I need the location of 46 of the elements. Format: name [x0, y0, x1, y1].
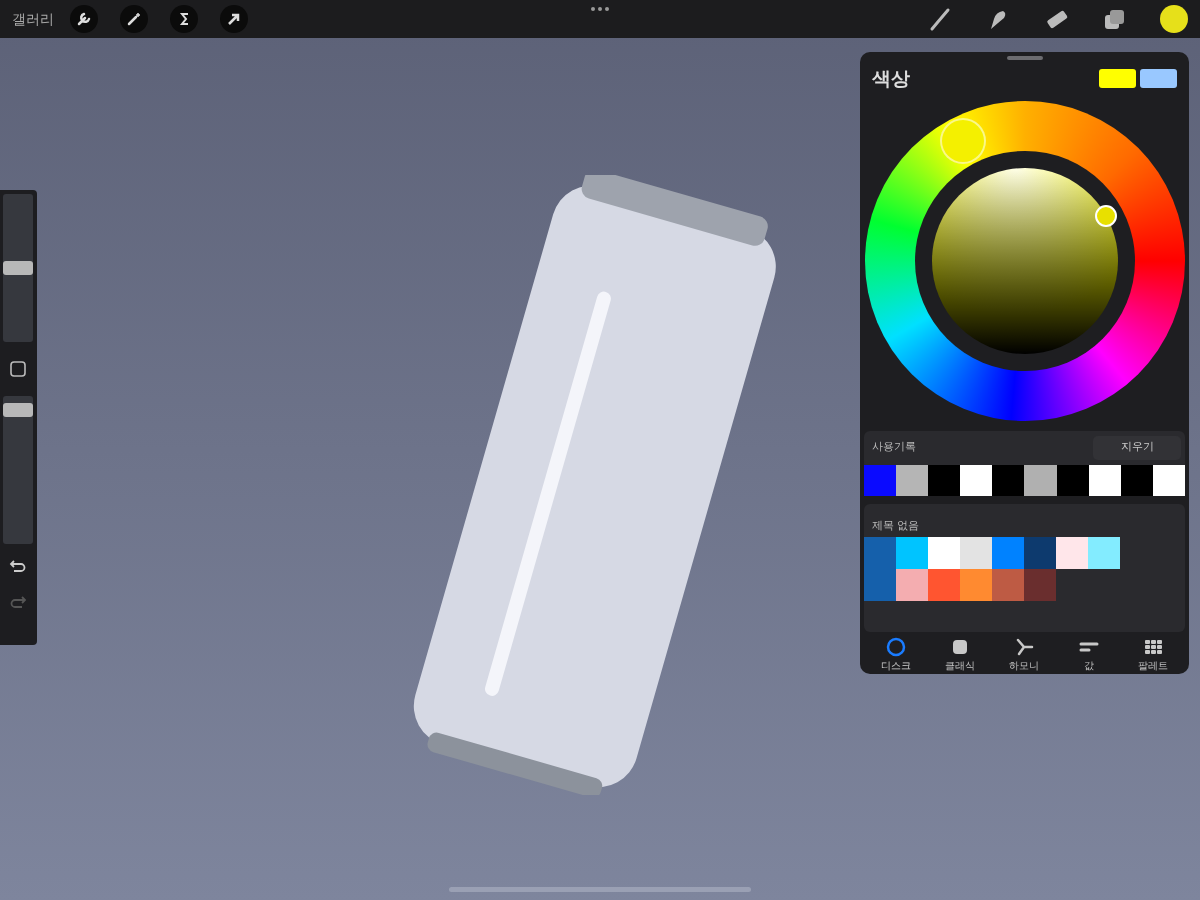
history-label: 사용기록: [872, 439, 916, 456]
color-swatch[interactable]: [1099, 68, 1136, 88]
palette-swatch[interactable]: [1024, 536, 1056, 569]
slider-track[interactable]: [3, 194, 33, 342]
palette-title: 제목 없음: [872, 518, 920, 532]
square-icon[interactable]: [9, 360, 27, 378]
palette-swatch[interactable]: [960, 536, 992, 569]
palette-swatch[interactable]: [928, 536, 960, 569]
drag-handle[interactable]: [1006, 56, 1043, 60]
history-swatch[interactable]: [992, 464, 1025, 496]
history-swatch[interactable]: [960, 464, 993, 496]
slider-thumb[interactable]: [3, 261, 33, 275]
more-icon[interactable]: [590, 6, 610, 12]
history-swatch[interactable]: [928, 464, 961, 496]
palette-swatch[interactable]: [992, 568, 1024, 601]
palette-swatch[interactable]: [1024, 568, 1056, 601]
mode-tab[interactable]: 디스크: [868, 635, 925, 675]
undo-icon[interactable]: [9, 558, 27, 574]
palette-swatch[interactable]: [1056, 536, 1088, 569]
palette-swatch[interactable]: [992, 536, 1024, 569]
history-swatch[interactable]: [1152, 464, 1185, 496]
mode-tab[interactable]: 값: [1060, 635, 1117, 675]
history-swatch[interactable]: [1120, 464, 1153, 496]
mode-tab[interactable]: 클래식: [932, 635, 989, 675]
color-swatch[interactable]: [1140, 68, 1177, 88]
palette-swatch[interactable]: [960, 568, 992, 601]
slider-track[interactable]: [3, 396, 33, 544]
palette-swatch[interactable]: [1088, 536, 1120, 569]
palette-swatch[interactable]: [896, 568, 928, 601]
gallery-button[interactable]: 갤러리: [12, 8, 54, 30]
slider-thumb[interactable]: [3, 402, 33, 417]
history-swatch[interactable]: [864, 464, 897, 496]
palette-swatch[interactable]: [896, 536, 928, 569]
panel-title: 색상: [872, 66, 910, 91]
disc-icon: [885, 635, 908, 658]
palette-swatch[interactable]: [864, 536, 896, 601]
hue-selector[interactable]: [939, 117, 986, 164]
mode-tab[interactable]: 팔레트: [1124, 635, 1181, 675]
history-swatch[interactable]: [1024, 464, 1057, 496]
clear-button[interactable]: 지우기: [1093, 435, 1181, 460]
palette-swatch[interactable]: [928, 568, 960, 601]
history-swatch[interactable]: [1056, 464, 1089, 496]
mode-tab[interactable]: 하모니: [996, 635, 1053, 675]
history-swatch[interactable]: [896, 464, 929, 496]
current-color-button[interactable]: [1160, 5, 1188, 33]
history-swatch[interactable]: [1088, 464, 1121, 496]
